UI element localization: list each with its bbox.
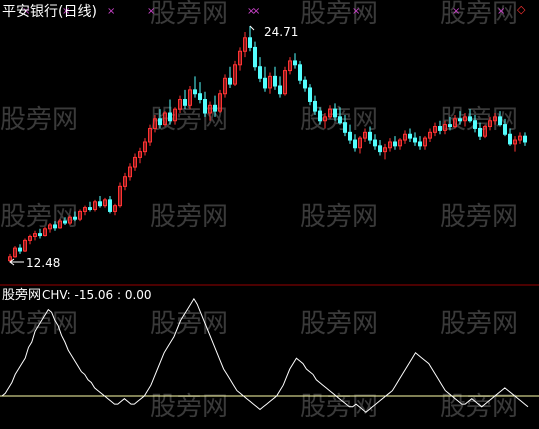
candle-body [203,99,207,114]
watermark-text: 股旁网 [300,309,378,339]
chv-indicator-readout: CHV: -15.06 : 0.00 [42,288,152,302]
candle-body [63,220,67,224]
candle-body [308,87,312,102]
sell-marker-icon: × [252,6,260,17]
signal-diamond-icon: ◇ [517,3,526,16]
candle-body [468,116,472,122]
watermark-text: 股旁网 [300,0,378,29]
candle-body [183,99,187,106]
candle-body [38,233,42,237]
candle-body [508,133,512,145]
candle-body [413,137,417,143]
watermark-text: 股旁网 [150,309,228,339]
sell-marker-icon: × [107,6,115,17]
candle-body [318,110,322,122]
candle-body [253,46,257,68]
candle-body [263,77,267,89]
candle-body [418,141,422,147]
indicator-panel-title: 股旁网 [2,287,41,303]
candle-body [503,124,507,135]
candle-body [478,127,482,137]
sell-marker-icon: × [452,6,460,17]
sell-marker-icon: × [352,6,360,17]
watermark-text: 股旁网 [0,202,78,232]
candle-body [108,199,112,212]
watermark-text: 股旁网 [440,309,518,339]
candle-body [298,64,302,81]
candle-body [273,75,277,87]
low-price-label: 12.48 [26,256,60,270]
stock-chart: 股旁网 股旁网 股旁网 股旁网 股旁网 股旁网 股旁网 股旁网 股旁网 股旁网 股旁网 股旁网 股旁网股… [0,0,539,425]
candle-body [333,108,337,118]
candle-body [368,131,372,141]
candle-body [378,145,382,153]
candle-body [448,124,452,128]
candle-body [523,135,527,143]
watermark-text: 股旁网 [300,202,378,232]
candle-body [303,79,307,89]
candle-body [193,89,197,95]
watermark-text: 股旁网 [150,0,228,29]
candle-body [313,100,317,112]
watermark-text: 股旁网 [0,105,78,135]
candle-body [343,122,347,133]
candle-body [353,139,357,149]
candle-body [278,85,282,95]
chart-title: 平安银行(日线) [2,4,97,20]
sell-marker-icon: × [497,6,505,17]
candle-body [88,207,92,211]
candle-body [258,66,262,79]
watermark-text: 股旁网 [440,202,518,232]
candle-body [248,37,252,48]
candle-body [18,247,22,252]
candle-body [408,133,412,139]
candle-body [293,60,297,66]
high-price-label: 24.71 [264,25,298,39]
candle-body [393,141,397,147]
candle-body [168,112,172,122]
candle-body [98,201,102,207]
candle-body [198,93,202,101]
candle-body [458,118,462,122]
sell-marker-icon: × [147,6,155,17]
candle-body [498,116,502,126]
watermark-text: 股旁网 [150,202,228,232]
candle-body [53,224,57,229]
candle-body [228,77,232,85]
candle-body [338,116,342,124]
candle-body [373,139,377,147]
candle-body [158,118,162,126]
candle-body [348,131,352,141]
candle-body [213,104,217,112]
candle-body [73,216,77,220]
candle-body [473,120,477,129]
candle-body [438,126,442,131]
chart-svg: 股旁网 股旁网 股旁网股旁网 股旁网 股旁网 股旁网股旁网 股旁网 股旁网 股旁网股旁网 股旁网股… [0,0,539,425]
